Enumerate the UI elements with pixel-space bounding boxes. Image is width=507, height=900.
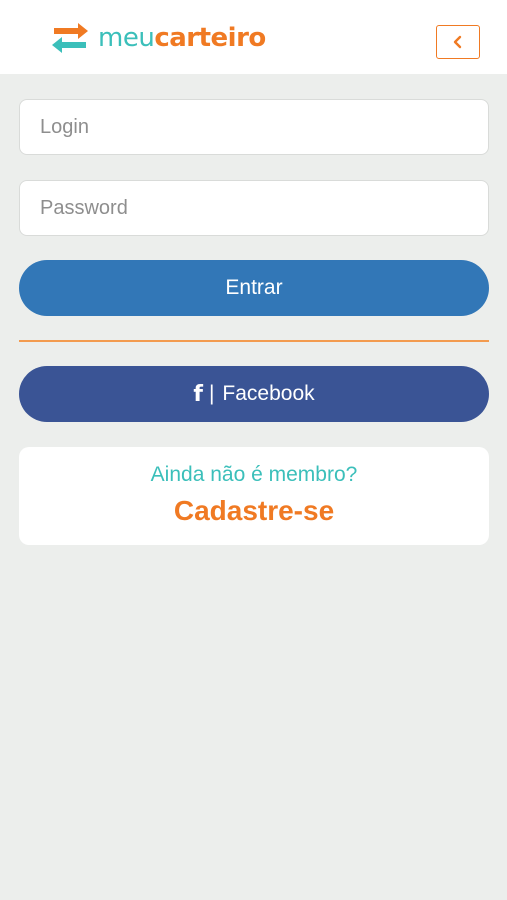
logo-text-carteiro: carteiro (154, 23, 266, 53)
facebook-login-button[interactable]: f | Facebook (19, 366, 489, 422)
facebook-button-label: Facebook (222, 382, 315, 405)
app-logo: meu carteiro (50, 20, 266, 56)
signup-link[interactable]: Cadastre-se (19, 495, 489, 527)
facebook-separator: | (208, 382, 215, 405)
divider (19, 340, 489, 342)
logo-text-meu: meu (98, 23, 155, 53)
login-input[interactable] (19, 99, 489, 155)
signup-card: Ainda não é membro? Cadastre-se (19, 447, 489, 545)
login-button[interactable]: Entrar (19, 260, 489, 316)
chevron-left-icon (453, 35, 462, 49)
facebook-icon: f (193, 381, 203, 407)
signup-prompt: Ainda não é membro? (150, 463, 358, 486)
password-input[interactable] (19, 180, 489, 236)
back-button[interactable] (436, 25, 480, 59)
login-button-label: Entrar (225, 276, 283, 299)
exchange-arrows-icon (52, 23, 88, 53)
app-header: meu carteiro (0, 0, 507, 74)
